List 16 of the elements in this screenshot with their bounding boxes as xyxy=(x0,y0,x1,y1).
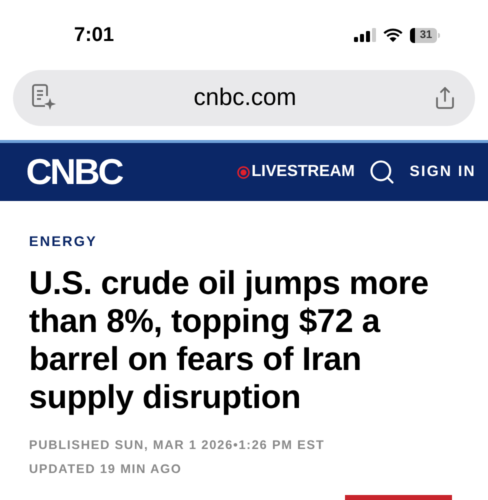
sign-in-link[interactable]: SIGN IN xyxy=(410,160,476,184)
section-label[interactable]: ENERGY xyxy=(29,231,468,252)
search-icon[interactable] xyxy=(368,158,396,186)
logo[interactable]: CNBC xyxy=(26,145,122,199)
livestream-link[interactable]: LIVESTREAM xyxy=(236,160,355,184)
published-date: PUBLISHED SUN, MAR 1 2026•1:26 PM EST xyxy=(29,437,326,454)
page-sparkle-icon[interactable] xyxy=(31,84,57,112)
status-time: 7:01 xyxy=(74,23,114,48)
headline: U.S. crude oil jumps more than 8%, topping $72 a barrel on fears of Iran supply disruption xyxy=(29,264,430,416)
url-text[interactable]: cnbc.com xyxy=(194,80,296,116)
battery-icon: 31 xyxy=(410,28,440,42)
wifi-icon xyxy=(383,28,403,42)
updated-time: UPDATED 19 MIN AGO xyxy=(29,460,183,478)
address-bar[interactable]: cnbc.com xyxy=(13,70,475,126)
live-dot-icon xyxy=(236,166,250,178)
signal-icon xyxy=(354,28,376,42)
